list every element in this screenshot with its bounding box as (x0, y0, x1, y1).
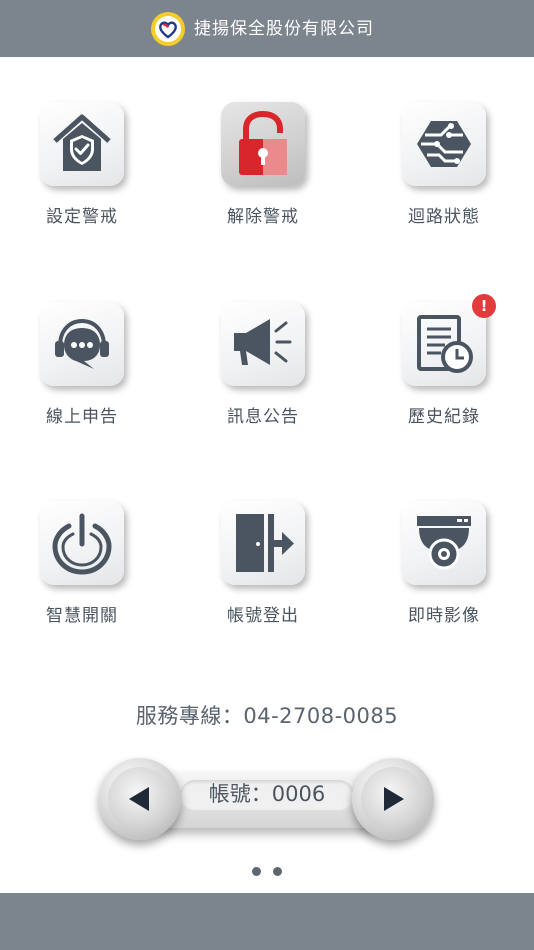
megaphone-icon (221, 302, 305, 386)
tile-label: 設定警戒 (46, 207, 118, 227)
tile-label: 智慧開關 (46, 606, 118, 626)
logout-button[interactable]: 帳號登出 (183, 501, 343, 651)
logout-door-icon (221, 501, 305, 585)
footer-bar (0, 893, 534, 950)
headset-chat-icon (40, 302, 124, 386)
service-hotline: 服務專線：04-2708-0085 (135, 704, 399, 728)
tile-label: 解除警戒 (227, 207, 299, 227)
power-icon (40, 501, 124, 585)
prev-account-button[interactable] (99, 758, 181, 840)
page-dot-1[interactable] (252, 867, 261, 876)
document-clock-icon: ! (402, 294, 496, 386)
history-record-button[interactable]: ! 歷史紀錄 (364, 294, 524, 452)
triangle-left-icon (129, 787, 149, 811)
triangle-right-icon (384, 787, 404, 811)
smart-switch-button[interactable]: 智慧開關 (2, 501, 162, 651)
tile-label: 即時影像 (408, 606, 480, 626)
tile-label: 線上申告 (46, 407, 118, 427)
tile-label: 迴路狀態 (408, 207, 480, 227)
tile-label: 帳號登出 (227, 606, 299, 626)
page-dot-2[interactable] (273, 867, 282, 876)
heart-logo-icon (151, 12, 185, 46)
online-report-button[interactable]: 線上申告 (2, 302, 162, 452)
circuit-status-button[interactable]: 迴路狀態 (364, 102, 524, 252)
company-name: 捷揚保全股份有限公司 (194, 19, 374, 39)
disarm-alarm-button[interactable]: 解除警戒 (183, 102, 343, 252)
announcement-button[interactable]: 訊息公告 (183, 302, 343, 452)
house-shield-icon (40, 102, 124, 186)
arm-alarm-button[interactable]: 設定警戒 (2, 102, 162, 252)
unlocked-padlock-icon (221, 102, 305, 186)
alert-badge: ! (472, 294, 496, 318)
tile-label: 訊息公告 (227, 407, 299, 427)
live-video-button[interactable]: 即時影像 (364, 501, 524, 651)
tile-label: 歷史紀錄 (408, 407, 480, 427)
account-number: 帳號：0006 (208, 782, 326, 806)
security-camera-icon (402, 501, 486, 585)
next-account-button[interactable] (352, 758, 434, 840)
page-indicator (252, 867, 282, 877)
circuit-chip-icon (402, 102, 486, 186)
